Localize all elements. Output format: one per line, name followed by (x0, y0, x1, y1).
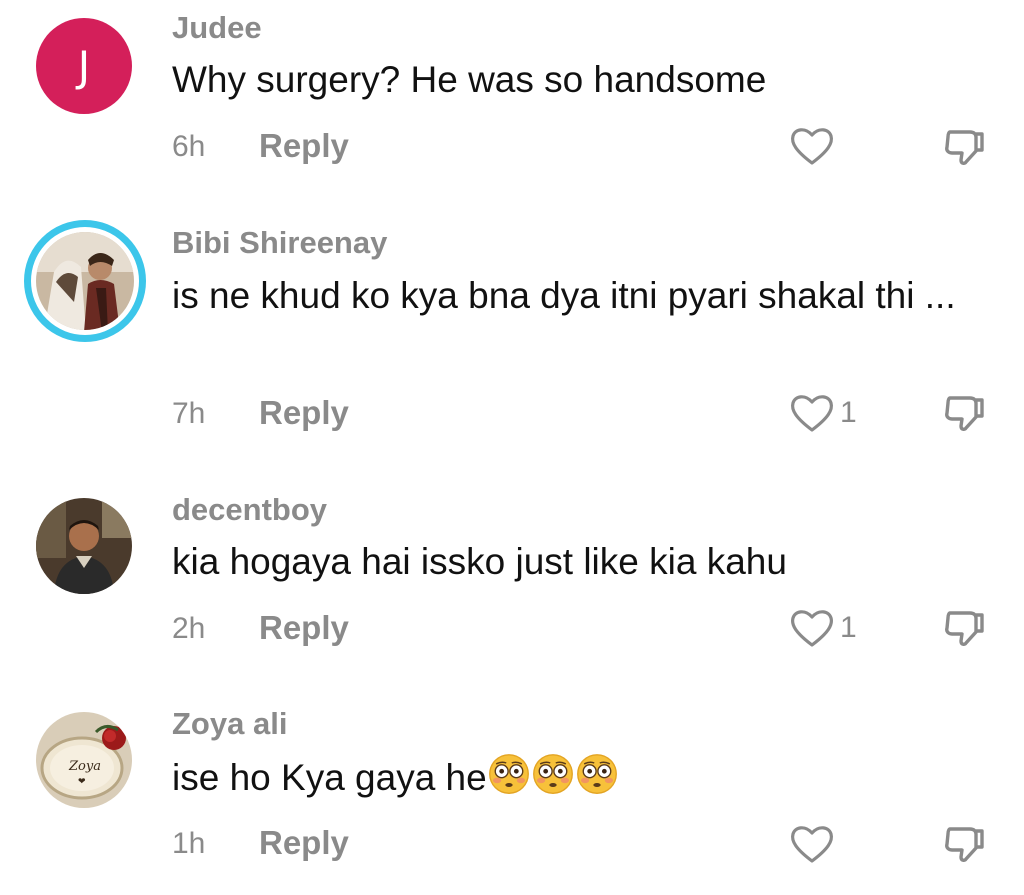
comment-text-body: ise ho Kya gaya he (172, 757, 487, 798)
flushed-face-emoji (575, 752, 619, 808)
comment-text: kia hogaya hai issko just like kia kahu (172, 541, 787, 582)
comment-time: 2h (172, 612, 206, 645)
like-button[interactable] (788, 122, 840, 170)
dislike-button[interactable] (940, 821, 988, 874)
avatar-image: Zoya ❤ (36, 712, 132, 808)
dislike-button[interactable] (940, 605, 988, 658)
thumbs-down-icon (940, 390, 988, 438)
like-button[interactable]: 1 (788, 604, 857, 652)
comment-item: decentboy kia hogaya hai issko just like… (0, 480, 1024, 690)
comment-username[interactable]: decentboy (172, 492, 327, 528)
comment-text: Why surgery? He was so handsome (172, 59, 767, 100)
dislike-button[interactable] (940, 124, 988, 177)
heart-icon (788, 389, 836, 437)
reply-button[interactable]: Reply (259, 127, 349, 165)
like-button[interactable] (788, 820, 840, 868)
avatar[interactable]: Zoya ❤ (36, 712, 132, 808)
flushed-face-emoji (487, 752, 531, 808)
like-button[interactable]: 1 (788, 389, 857, 437)
dislike-button[interactable] (940, 390, 988, 443)
heart-icon (788, 820, 836, 868)
reply-button[interactable]: Reply (259, 394, 349, 432)
reply-button[interactable]: Reply (259, 824, 349, 862)
comment-username[interactable]: Bibi Shireenay (172, 225, 387, 261)
comment-item: Bibi Shireenay is ne khud ko kya bna dya… (0, 210, 1024, 480)
avatar-logo-text: Zoya (68, 759, 101, 774)
comment-text: ise ho Kya gaya he (172, 752, 992, 808)
flushed-face-emoji (531, 752, 575, 808)
comment-text: is ne khud ko kya bna dya itni pyari sha… (172, 275, 956, 316)
thumbs-down-icon (940, 605, 988, 653)
comment-item: J Judee Why surgery? He was so handsome … (0, 0, 1024, 210)
avatar[interactable]: J (36, 18, 132, 114)
avatar[interactable] (24, 220, 146, 342)
thumbs-down-icon (940, 821, 988, 869)
comment-time: 1h (172, 827, 206, 860)
like-count: 1 (840, 396, 857, 429)
comment-username[interactable]: Zoya ali (172, 706, 287, 742)
like-count: 1 (840, 611, 857, 644)
reply-button[interactable]: Reply (259, 609, 349, 647)
avatar-image (36, 498, 132, 594)
heart-icon (788, 604, 836, 652)
comment-item: Zoya ❤ Zoya ali ise ho Kya gaya he 1h Re… (0, 696, 1024, 895)
thumbs-down-icon (940, 124, 988, 172)
heart-glyph-icon: ❤ (78, 777, 86, 787)
comment-time: 7h (172, 397, 206, 430)
avatar[interactable] (36, 498, 132, 594)
comment-time: 6h (172, 130, 206, 163)
avatar-letter: J (77, 41, 91, 91)
heart-icon (788, 122, 836, 170)
comment-username[interactable]: Judee (172, 10, 262, 46)
avatar-image (36, 232, 134, 330)
